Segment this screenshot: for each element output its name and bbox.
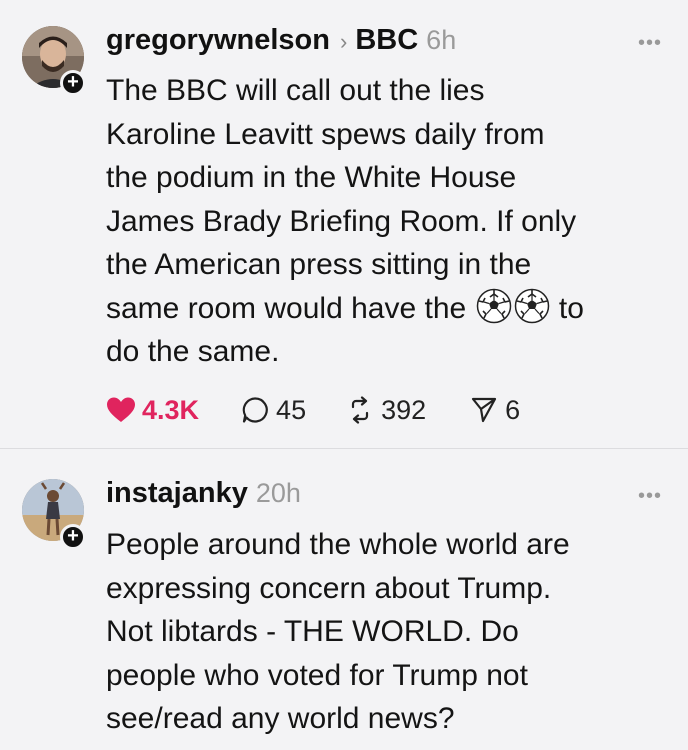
username[interactable]: gregorywnelson xyxy=(106,24,330,57)
username[interactable]: instajanky xyxy=(106,477,248,510)
text-line: to xyxy=(558,291,584,325)
comment-icon xyxy=(242,397,268,423)
soccer-ball-icon xyxy=(476,288,511,323)
text-line: People around the whole world are xyxy=(106,528,570,561)
follow-plus-icon[interactable]: + xyxy=(60,524,86,550)
text-line: the American press sitting in the xyxy=(106,248,532,281)
post-header: gregorywnelson › BBC 6h xyxy=(106,24,456,64)
send-icon xyxy=(472,397,497,423)
post[interactable]: + instajanky 20h ••• People around the w… xyxy=(0,449,688,750)
timestamp: 20h xyxy=(255,478,301,508)
text-line: expressing concern about Trump. xyxy=(106,571,552,605)
heart-icon xyxy=(107,397,135,422)
text-line: see/read any world news? xyxy=(106,702,455,735)
text-line: The BBC will call out the lies xyxy=(106,74,485,107)
more-dots-icon[interactable]: ••• xyxy=(638,485,662,508)
reply-count: 45 xyxy=(276,394,307,425)
reply-button[interactable]: 45 xyxy=(241,395,306,426)
share-button[interactable]: 6 xyxy=(470,395,520,426)
post[interactable]: + gregorywnelson › BBC 6h ••• The BBC wi… xyxy=(0,0,688,448)
repost-icon xyxy=(351,396,369,424)
chevron-right-icon: › xyxy=(340,29,348,54)
text-line: James Brady Briefing Room. If only xyxy=(106,204,577,238)
repost-button[interactable]: 392 xyxy=(346,395,426,426)
repost-count: 392 xyxy=(381,394,427,425)
text-line: people who voted for Trump not xyxy=(106,658,528,692)
text-line: same room would have the xyxy=(106,291,467,325)
follow-plus-icon[interactable]: + xyxy=(60,70,86,96)
post-text: The BBC will call out the lies Karoline L… xyxy=(106,69,676,374)
like-button[interactable]: 4.3K xyxy=(106,395,199,426)
post-text: People around the whole world are express… xyxy=(106,523,676,741)
text-line: the podium in the White House xyxy=(106,161,517,194)
post-header: instajanky 20h xyxy=(106,477,301,517)
like-count: 4.3K xyxy=(142,394,200,425)
soccer-ball-icon xyxy=(514,288,549,323)
more-dots-icon[interactable]: ••• xyxy=(638,32,662,55)
timestamp: 6h xyxy=(426,25,457,55)
community-name[interactable]: BBC xyxy=(355,24,418,57)
text-line: Karoline Leavitt spews daily from xyxy=(106,117,545,151)
share-count: 6 xyxy=(505,394,521,425)
text-line: Not libtards - THE WORLD. Do xyxy=(106,615,519,648)
post-actions: 4.3K 45 392 6 xyxy=(106,393,520,427)
text-line: do the same. xyxy=(106,335,280,368)
